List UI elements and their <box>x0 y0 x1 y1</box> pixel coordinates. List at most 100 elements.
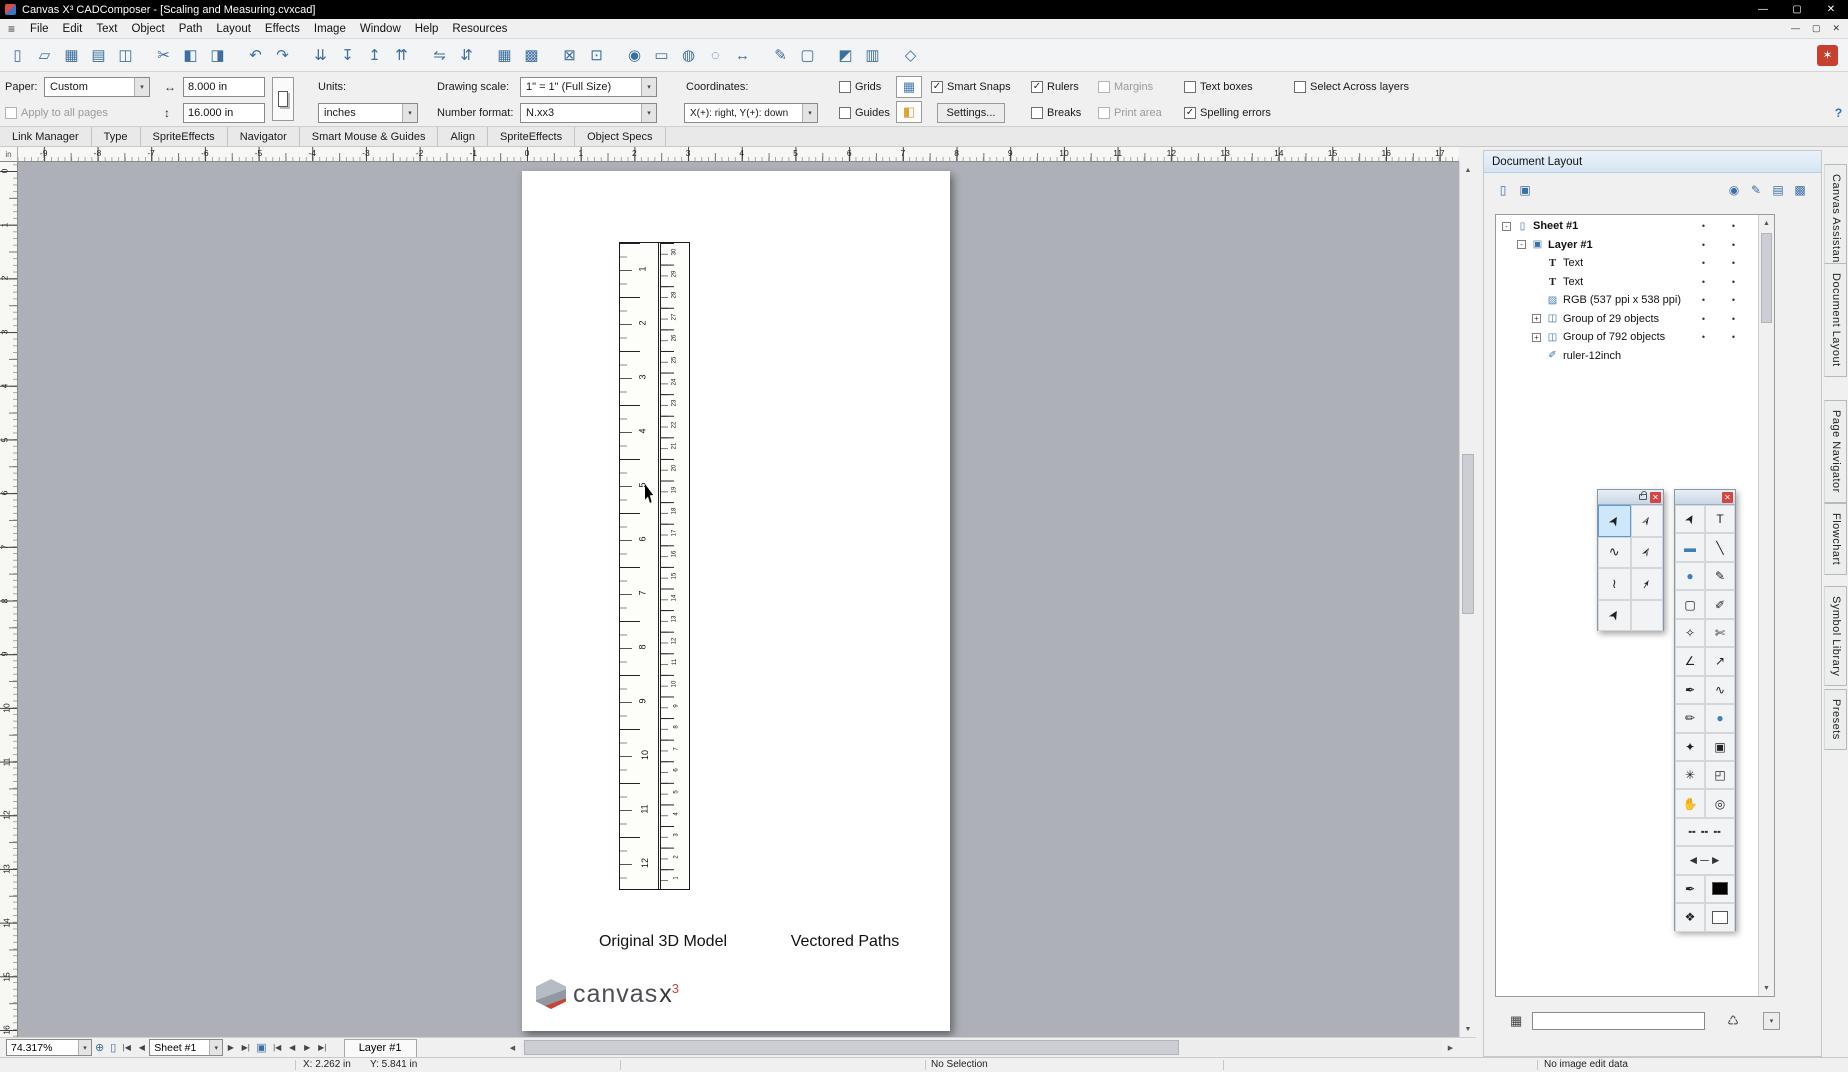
new-item-icon[interactable]: ▯ <box>1492 180 1514 200</box>
palette-tab-spriteeffects-6[interactable]: SpriteEffects <box>488 127 576 146</box>
checkbox-margins[interactable]: Margins <box>1098 79 1153 95</box>
fill-bucket-tool[interactable]: ❖ <box>1675 903 1705 932</box>
paintbrush-tool[interactable]: ✐ <box>1705 590 1735 619</box>
page-orientation-button[interactable] <box>272 77 294 121</box>
menu-help[interactable]: Help <box>408 23 446 35</box>
scroll-up-icon[interactable]: ▲ <box>1759 215 1774 231</box>
pencil-tool[interactable]: ✎ <box>1705 561 1735 591</box>
print-icon[interactable]: ▤ <box>85 42 112 69</box>
edit-dot[interactable]: • <box>1732 332 1735 342</box>
marquee-tool[interactable]: ▢ <box>1675 590 1705 619</box>
paste-icon[interactable]: ◨ <box>204 42 231 69</box>
colors-icon[interactable]: ▩ <box>1789 180 1811 200</box>
measure-tool[interactable]: ↗ <box>1705 647 1735 676</box>
tile-horizontal-icon[interactable]: ▦ <box>491 42 518 69</box>
visibility-dot[interactable]: • <box>1702 277 1705 287</box>
checkbox-select-across-layers[interactable]: Select Across layers <box>1294 79 1409 95</box>
menu-image[interactable]: Image <box>307 23 353 35</box>
sheet-select[interactable]: Sheet #1 ▾ <box>149 1039 224 1056</box>
scroll-up-icon[interactable]: ▲ <box>1460 162 1476 178</box>
previous-sheet-button[interactable]: ◀ <box>134 1043 149 1052</box>
polyline-tool[interactable]: ∠ <box>1675 647 1705 676</box>
document-page[interactable]: 1 2 3 4 5 6 7 8 9 10 11 12 30 29 28 27 26 25 24 23 22 21 20 19 1… <box>522 171 950 1031</box>
print-item-icon[interactable]: ▤ <box>1767 180 1789 200</box>
copy-icon[interactable]: ◧ <box>177 42 204 69</box>
menu-file[interactable]: File <box>23 23 56 35</box>
visibility-dot[interactable]: • <box>1702 332 1705 342</box>
view-3d-icon[interactable]: ◇ <box>897 42 924 69</box>
zoom-select[interactable]: 74.317% ▾ <box>6 1039 92 1056</box>
panel-options-dropdown[interactable]: ▾ <box>1762 1012 1780 1030</box>
tree-item-text[interactable]: T Text • • <box>1496 254 1757 273</box>
fill-globe-icon[interactable]: ◍ <box>675 42 702 69</box>
next-sheet-button[interactable]: ▶ <box>223 1043 238 1052</box>
gradient-icon[interactable]: ◩ <box>832 42 859 69</box>
hand-tool[interactable]: ✋ <box>1675 789 1705 818</box>
palette-tab-navigator-3[interactable]: Navigator <box>228 127 300 146</box>
last-layer-button[interactable]: ▶| <box>315 1043 330 1052</box>
edit-dot[interactable]: • <box>1732 221 1735 231</box>
edit-icon[interactable]: ✎ <box>1745 180 1767 200</box>
plus-expander-icon[interactable]: + <box>1532 332 1541 342</box>
flip-vertical-icon[interactable]: ⇵ <box>453 42 480 69</box>
page-height-input[interactable] <box>183 103 265 123</box>
checkbox-text-boxes[interactable]: Text boxes <box>1184 79 1253 95</box>
next-layer-button[interactable]: ▶ <box>300 1043 315 1052</box>
palette-title-bar[interactable]: ✕ <box>1675 490 1735 505</box>
wand-tool[interactable]: ✳ <box>1675 760 1705 790</box>
checkbox-breaks[interactable]: Breaks <box>1031 105 1081 121</box>
scroll-down-icon[interactable]: ▼ <box>1759 980 1774 996</box>
rectangle-tool[interactable]: ▬ <box>1675 533 1705 562</box>
screen-share-icon[interactable]: ▢ <box>794 42 821 69</box>
ruler-12inch-object[interactable]: 1 2 3 4 5 6 7 8 9 10 11 12 30 29 28 27 26 25 24 23 22 21 20 19 1… <box>619 242 690 890</box>
tree-item-text[interactable]: T Text • • <box>1496 273 1757 292</box>
side-tab-canvas-assistant[interactable]: Canvas Assistant <box>1824 164 1847 277</box>
tree-scrollbar[interactable]: ▲ ▼ <box>1758 215 1774 996</box>
redo-icon[interactable]: ↷ <box>269 42 296 69</box>
trash-icon[interactable]: ♺ <box>1727 1013 1739 1029</box>
open-file-icon[interactable]: ▱ <box>31 42 58 69</box>
page-icon[interactable]: ▯ <box>107 1041 119 1054</box>
effects-tool[interactable]: ✦ <box>1675 732 1705 761</box>
visibility-dot[interactable]: • <box>1702 314 1705 324</box>
minus-expander-icon[interactable]: - <box>1502 221 1511 231</box>
direct-selection-tool[interactable]: ➣ <box>1630 536 1663 568</box>
visibility-dot[interactable]: • <box>1702 240 1705 250</box>
palette-tab-object-specs-7[interactable]: Object Specs <box>575 127 666 146</box>
lasso-tool[interactable]: ∿ <box>1598 536 1631 568</box>
layer-tab[interactable]: Layer #1 <box>343 1038 417 1057</box>
zoom-tool[interactable]: ◎ <box>1705 789 1735 818</box>
undo-icon[interactable]: ↶ <box>242 42 269 69</box>
chart-icon[interactable]: ▥ <box>859 42 886 69</box>
drawing-canvas[interactable]: 1 2 3 4 5 6 7 8 9 10 11 12 30 29 28 27 26 25 24 23 22 21 20 19 1… <box>18 162 1459 1037</box>
ellipse-tool[interactable]: ● <box>1675 561 1705 591</box>
new-document-icon[interactable]: ▯ <box>4 42 31 69</box>
doc-minimize-button[interactable]: — <box>1791 23 1800 34</box>
checkbox-spelling-errors[interactable]: ✓ Spelling errors <box>1184 105 1271 121</box>
minimize-button[interactable]: — <box>1746 0 1780 19</box>
menu-path[interactable]: Path <box>172 23 210 35</box>
shape-edit-tool[interactable]: ➛ <box>1630 568 1663 600</box>
duplicate-item-icon[interactable]: ▣ <box>1514 180 1536 200</box>
horizontal-scroll-thumb[interactable] <box>524 1040 1179 1055</box>
bring-to-front-icon[interactable]: ⇈ <box>388 42 415 69</box>
send-backward-icon[interactable]: ↧ <box>334 42 361 69</box>
tree-item-group-of-29-objects[interactable]: + ◫ Group of 29 objects • • <box>1496 310 1757 329</box>
side-tab-page-navigator[interactable]: Page Navigator <box>1824 400 1847 503</box>
menu-object[interactable]: Object <box>124 23 171 35</box>
units-select[interactable]: inches ▾ <box>318 103 418 123</box>
side-tab-flowchart[interactable]: Flowchart <box>1824 503 1847 576</box>
select-area-icon[interactable]: ▭ <box>648 42 675 69</box>
pointer-tool[interactable]: ➤ <box>1675 505 1705 534</box>
coordinates-select[interactable]: X(+): right, Y(+): down ▾ <box>684 103 818 123</box>
save-icon[interactable]: ▦ <box>58 42 85 69</box>
ink-bottle-tool[interactable]: ✒ <box>1675 874 1705 904</box>
zoom-tool-icon[interactable]: ⊕ <box>92 1041 107 1054</box>
paper-size-select[interactable]: Custom ▾ <box>44 77 150 97</box>
text-tool[interactable]: T <box>1705 505 1735 534</box>
drawing-tools-palette[interactable]: ✕ ➤ T ▬ ╲ ● ✎ ▢ ✐ ✧ ✄ ∠ ↗ ✒ ∿ ✏ ● ✦ ▣ ✳ ◰ ✋ ◎ ╍ ╍ ╍ ◄─► ✒ ❖ <box>1674 489 1736 932</box>
palette-tab-link-manager-0[interactable]: Link Manager <box>0 127 92 146</box>
edit-dot[interactable]: • <box>1732 295 1735 305</box>
edit-dot[interactable]: • <box>1732 277 1735 287</box>
doc-close-button[interactable]: ✕ <box>1832 23 1840 34</box>
